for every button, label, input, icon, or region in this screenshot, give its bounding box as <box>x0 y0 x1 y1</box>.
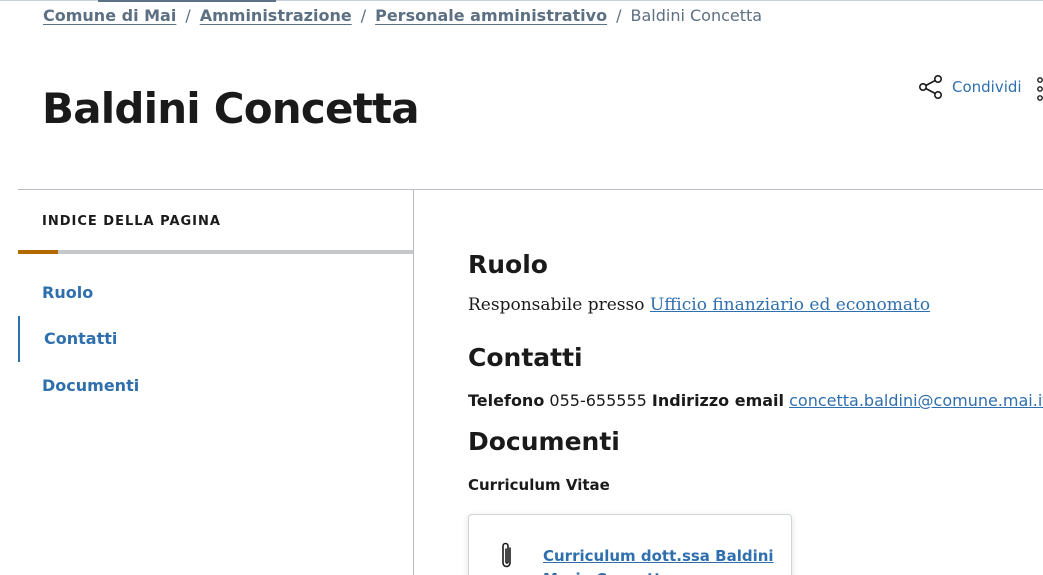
toc-item-documenti[interactable]: Documenti <box>42 376 139 395</box>
breadcrumb-separator: / <box>360 6 367 25</box>
breadcrumb-current: Baldini Concetta <box>630 6 763 25</box>
share-button[interactable]: Condividi <box>918 74 1022 100</box>
document-download-link[interactable]: Curriculum dott.ssa Baldini Maria Concet… <box>543 545 783 575</box>
breadcrumb-link-comune[interactable]: Comune di Mai <box>43 6 176 25</box>
section-heading-documenti: Documenti <box>468 427 620 456</box>
top-border-active-segment <box>98 0 276 2</box>
toc-progress-bar <box>18 250 413 254</box>
phone-value: 055-655555 <box>549 391 647 410</box>
contact-details: Telefono 055-655555 Indirizzo email conc… <box>468 391 1043 410</box>
toc-active-indicator <box>18 316 20 362</box>
role-office-link[interactable]: Ufficio finanziario ed economato <box>650 295 930 315</box>
role-description: Responsabile presso Ufficio finanziario … <box>468 295 930 315</box>
share-icon <box>918 74 942 99</box>
paperclip-icon <box>502 542 511 568</box>
email-label: Indirizzo email <box>651 391 785 410</box>
kebab-menu-icon <box>1037 77 1043 101</box>
phone-label: Telefono <box>468 391 545 410</box>
document-card: Curriculum dott.ssa Baldini Maria Concet… <box>468 514 792 575</box>
breadcrumb-separator: / <box>185 6 191 25</box>
section-heading-contatti: Contatti <box>468 343 583 372</box>
sidebar-divider <box>413 189 414 575</box>
breadcrumb-link-personale[interactable]: Personale amministrativo <box>375 6 607 25</box>
page-title: Baldini Concetta <box>42 84 420 133</box>
toc-item-ruolo[interactable]: Ruolo <box>42 283 93 302</box>
more-actions-button[interactable] <box>1035 76 1043 102</box>
breadcrumb: Comune di Mai / Amministrazione / Person… <box>43 6 762 25</box>
toc-progress-fill <box>18 250 58 254</box>
breadcrumb-separator: / <box>616 6 622 25</box>
role-prefix: Responsabile presso <box>468 295 645 315</box>
toc-item-contatti[interactable]: Contatti <box>44 329 117 348</box>
breadcrumb-link-amministrazione[interactable]: Amministrazione <box>200 6 352 25</box>
toc-title: INDICE DELLA PAGINA <box>42 214 221 229</box>
top-border <box>0 0 1043 2</box>
section-heading-ruolo: Ruolo <box>468 250 548 279</box>
documents-subtitle: Curriculum Vitae <box>468 476 610 494</box>
content-divider <box>18 189 1043 190</box>
share-label: Condividi <box>952 78 1022 96</box>
email-link[interactable]: concetta.baldini@comune.mai.it <box>789 391 1043 410</box>
